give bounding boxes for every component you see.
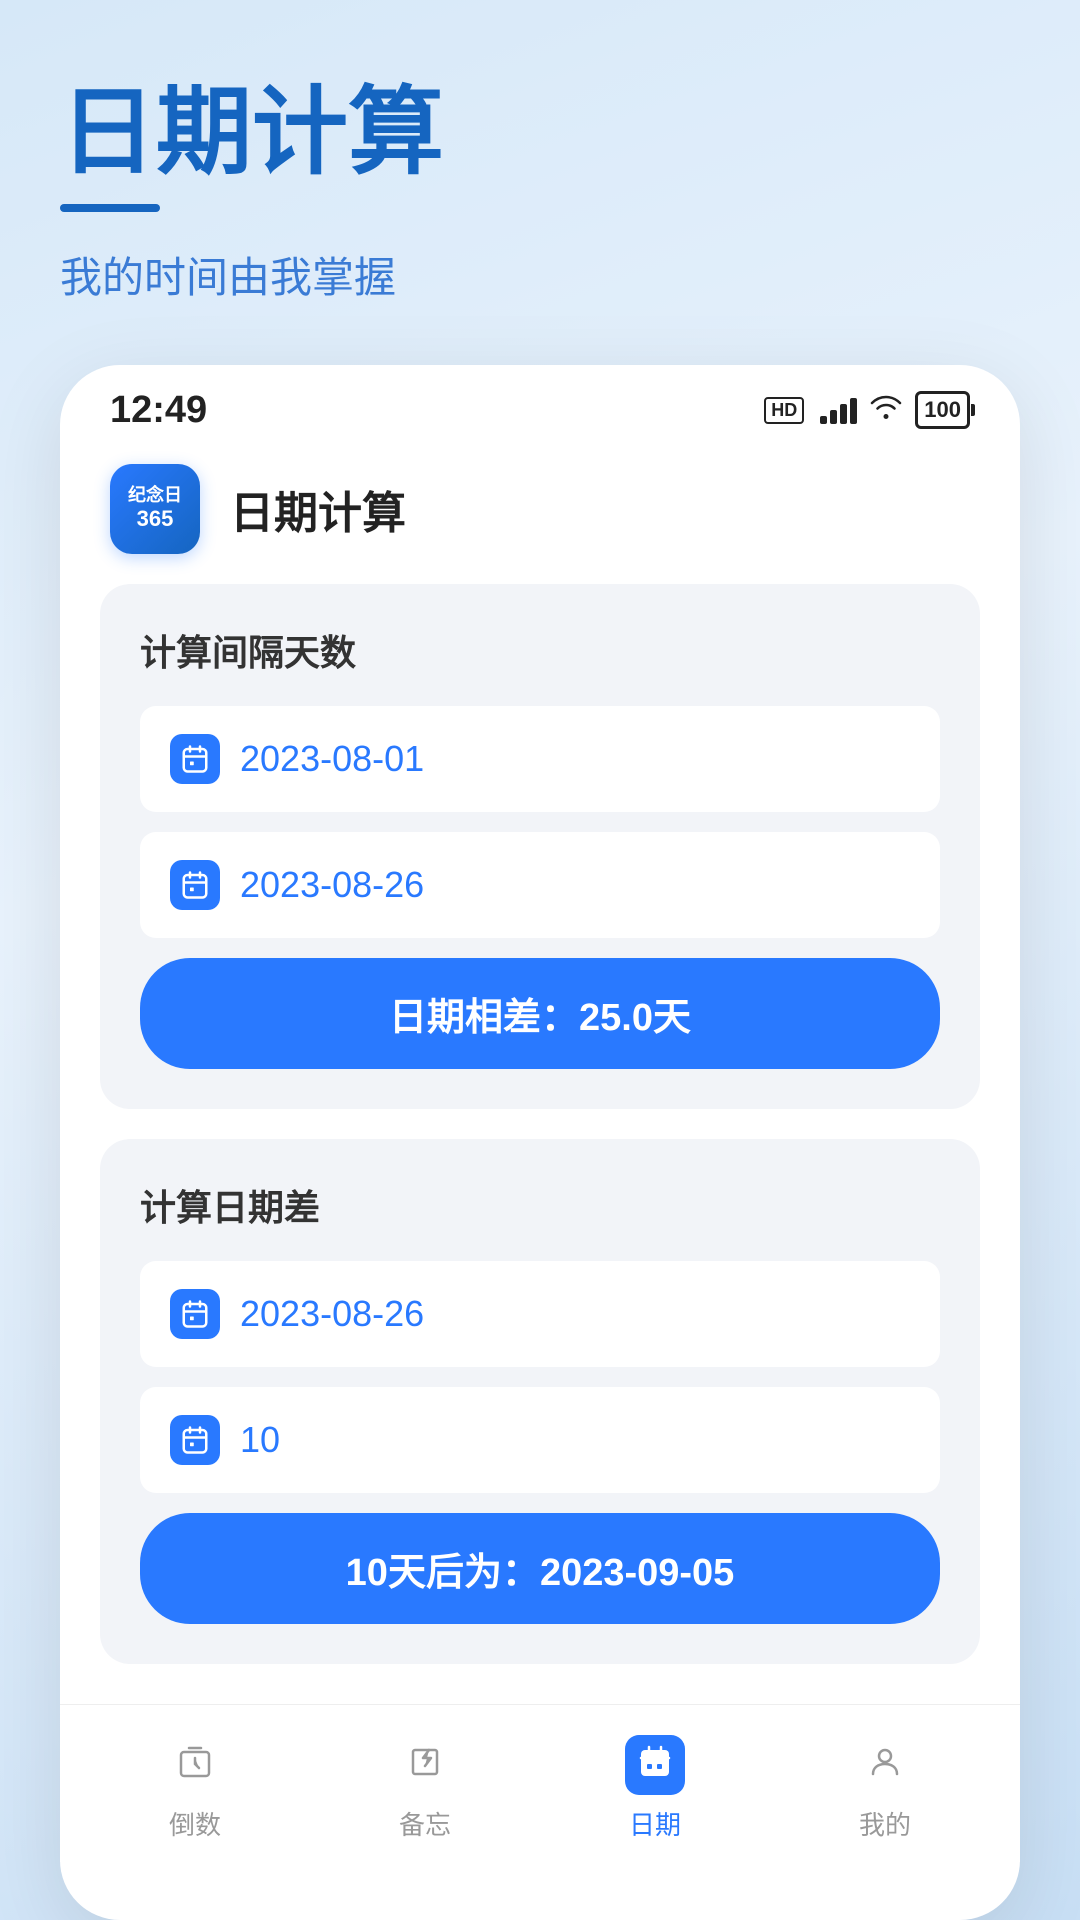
- card2-days-input: 10: [240, 1419, 280, 1461]
- status-time: 12:49: [110, 389, 207, 432]
- calendar-icon-3: [170, 1289, 220, 1339]
- nav-item-memo[interactable]: 备忘: [310, 1735, 540, 1842]
- card1-date2: 2023-08-26: [240, 864, 424, 906]
- app-header: 纪念日 365 日期计算: [60, 448, 1020, 584]
- calendar-icon-1: [170, 734, 220, 784]
- date-field-3[interactable]: 2023-08-26: [140, 1261, 940, 1367]
- page-subtitle: 我的时间由我掌握: [60, 244, 1020, 305]
- card1-result-button: 日期相差：25.0天: [140, 958, 940, 1069]
- card1-result-text: 日期相差：25.0天: [389, 997, 691, 1039]
- title-underline: [60, 204, 160, 212]
- signal-bar-3: [840, 404, 847, 424]
- app-icon-line1: 纪念日: [128, 485, 182, 507]
- calendar-icon-4: [170, 1415, 220, 1465]
- mine-icon: [867, 1744, 903, 1785]
- page-title: 日期计算: [60, 80, 1020, 186]
- card2-title: 计算日期差: [140, 1179, 940, 1231]
- nav-icon-mine-wrapper: [855, 1735, 915, 1795]
- hd-badge: HD: [764, 397, 804, 424]
- card2-result-text: 10天后为：2023-09-05: [346, 1552, 735, 1594]
- days-input-field[interactable]: 10: [140, 1387, 940, 1493]
- app-icon: 纪念日 365: [110, 464, 200, 554]
- date-field-2[interactable]: 2023-08-26: [140, 832, 940, 938]
- nav-label-mine: 我的: [859, 1805, 911, 1842]
- wifi-icon: [869, 392, 903, 428]
- card2-date1: 2023-08-26: [240, 1293, 424, 1335]
- app-title: 日期计算: [230, 477, 406, 541]
- status-bar: 12:49 HD 100: [60, 365, 1020, 448]
- date-icon: [637, 1744, 673, 1785]
- nav-item-countdown[interactable]: 倒数: [80, 1735, 310, 1842]
- nav-label-memo: 备忘: [399, 1805, 451, 1842]
- signal-bar-1: [820, 416, 827, 424]
- app-icon-line2: 365: [137, 506, 174, 532]
- calendar-icon-2: [170, 860, 220, 910]
- countdown-icon: [177, 1744, 213, 1785]
- nav-icon-date-wrapper: [625, 1735, 685, 1795]
- card1-date1: 2023-08-01: [240, 738, 424, 780]
- battery-icon: 100: [915, 391, 970, 429]
- nav-icon-countdown-wrapper: [165, 1735, 225, 1795]
- signal-bar-2: [830, 410, 837, 424]
- bottom-nav: 倒数 备忘: [60, 1704, 1020, 1862]
- battery-level: 100: [924, 397, 961, 423]
- nav-icon-memo-wrapper: [395, 1735, 455, 1795]
- signal-bar-4: [850, 398, 857, 424]
- memo-icon: [407, 1744, 443, 1785]
- card1-title: 计算间隔天数: [140, 624, 940, 676]
- status-icons: HD 100: [764, 391, 970, 429]
- card2-result-button: 10天后为：2023-09-05: [140, 1513, 940, 1624]
- content-area: 计算间隔天数 2023-08-01 2023-08-26 日期相差：25.0天: [60, 584, 1020, 1664]
- signal-icon: [820, 396, 857, 424]
- phone-mockup: 12:49 HD 100: [60, 365, 1020, 1920]
- nav-item-date[interactable]: 日期: [540, 1735, 770, 1842]
- nav-label-countdown: 倒数: [169, 1805, 221, 1842]
- card-date-diff: 计算日期差 2023-08-26 10 10天后为：2023-09-05: [100, 1139, 980, 1664]
- nav-label-date: 日期: [629, 1805, 681, 1842]
- nav-item-mine[interactable]: 我的: [770, 1735, 1000, 1842]
- card-interval-days: 计算间隔天数 2023-08-01 2023-08-26 日期相差：25.0天: [100, 584, 980, 1109]
- page-wrapper: 日期计算 我的时间由我掌握 12:49 HD: [0, 0, 1080, 1920]
- date-field-1[interactable]: 2023-08-01: [140, 706, 940, 812]
